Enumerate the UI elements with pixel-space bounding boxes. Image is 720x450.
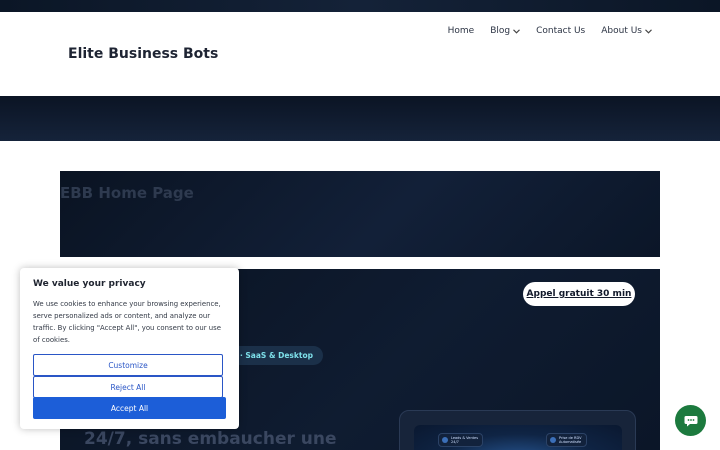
chat-icon bbox=[684, 415, 697, 426]
site-header: Elite Business Bots Home Blog Contact Us… bbox=[0, 12, 720, 96]
main-nav: Home Blog Contact Us About Us bbox=[448, 26, 652, 36]
chevron-down-icon bbox=[513, 28, 520, 34]
mockup-screen: Leads & Ventes 24/7 Prise de RDV Automat… bbox=[414, 425, 622, 450]
chevron-down-icon bbox=[645, 28, 652, 34]
cookie-text: We use cookies to enhance your browsing … bbox=[33, 300, 221, 344]
cookie-consent-banner: We value your privacy We use cookies to … bbox=[20, 268, 239, 429]
cookie-title: We value your privacy bbox=[33, 279, 146, 289]
nav-item-label: Home bbox=[447, 26, 475, 36]
nav-item-label: About Us bbox=[601, 26, 642, 36]
chat-button[interactable] bbox=[675, 405, 706, 436]
mockup-tag-line: 24/7 bbox=[451, 440, 459, 444]
mockup-tag-booking: Prise de RDV Automatisée bbox=[546, 433, 587, 447]
device-mockup: Leads & Ventes 24/7 Prise de RDV Automat… bbox=[399, 410, 636, 450]
home-title-section: EBB Home Page bbox=[60, 171, 660, 257]
accept-all-button[interactable]: Accept All bbox=[33, 397, 226, 419]
reject-all-button[interactable]: Reject All bbox=[33, 376, 223, 398]
nav-item-label: Blog bbox=[490, 26, 511, 36]
nav-item-home[interactable]: Home bbox=[448, 26, 475, 36]
page-title: EBB Home Page bbox=[60, 184, 194, 202]
users-icon bbox=[442, 437, 448, 443]
headline-line: 24/7, sans embaucher une bbox=[84, 429, 337, 449]
site-title[interactable]: Elite Business Bots bbox=[68, 46, 218, 62]
feature-pill: n · SaaS & Desktop bbox=[228, 346, 323, 365]
nav-item-label: Contact Us bbox=[536, 26, 586, 36]
top-strip bbox=[0, 0, 720, 12]
mockup-tag-line: Automatisée bbox=[559, 440, 582, 444]
clock-icon bbox=[550, 437, 556, 443]
free-call-button[interactable]: Appel gratuit 30 min bbox=[523, 282, 635, 306]
nav-item-blog[interactable]: Blog bbox=[490, 26, 520, 36]
mockup-tag-leads: Leads & Ventes 24/7 bbox=[438, 433, 484, 447]
nav-item-contact[interactable]: Contact Us bbox=[536, 26, 585, 36]
nav-item-about[interactable]: About Us bbox=[601, 26, 652, 36]
hero-band bbox=[0, 96, 720, 141]
customize-button[interactable]: Customize bbox=[33, 354, 223, 376]
